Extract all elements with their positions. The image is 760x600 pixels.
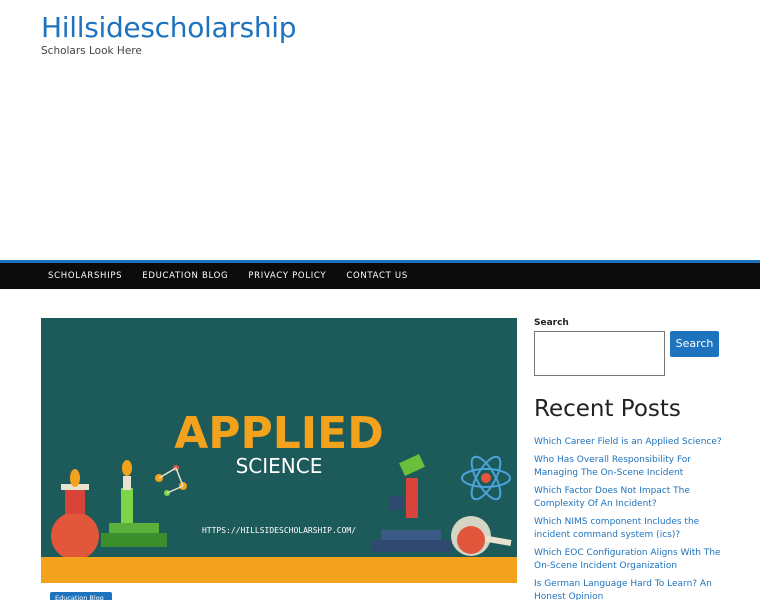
- site-tagline: Scholars Look Here: [41, 45, 142, 57]
- recent-post-item: Which Career Field is an Applied Science…: [534, 436, 724, 449]
- category-badge[interactable]: Education Blog: [50, 592, 112, 600]
- featured-image[interactable]: APPLIED SCIENCE HTTPS://HILLSIDESCHOLARS…: [41, 318, 517, 583]
- search-button[interactable]: Search: [670, 331, 719, 357]
- nav-item-privacy-policy[interactable]: PRIVACY POLICY: [242, 271, 326, 281]
- nav-item-scholarships[interactable]: SCHOLARSHIPS: [42, 271, 122, 281]
- recent-post-item: Which EOC Configuration Aligns With The …: [534, 547, 724, 573]
- site-title[interactable]: Hillsidescholarship: [41, 11, 297, 44]
- nav-item-contact-us[interactable]: CONTACT US: [340, 271, 408, 281]
- search-label: Search: [534, 318, 569, 328]
- recent-post-item: Which Factor Does Not Impact The Complex…: [534, 485, 724, 511]
- recent-post-link[interactable]: Which Factor Does Not Impact The Complex…: [534, 486, 690, 509]
- nav-item-education-blog[interactable]: EDUCATION BLOG: [136, 271, 228, 281]
- recent-post-link[interactable]: Which EOC Configuration Aligns With The …: [534, 548, 721, 571]
- burner-icon: [101, 460, 167, 547]
- molecule-icon: [155, 465, 187, 496]
- search-input[interactable]: [534, 331, 665, 376]
- sidebar: Search Search Recent Posts Which Career …: [534, 318, 724, 600]
- recent-posts-list: Which Career Field is an Applied Science…: [534, 436, 724, 600]
- recent-posts-title: Recent Posts: [534, 396, 681, 422]
- main-navigation: SCHOLARSHIPS EDUCATION BLOG PRIVACY POLI…: [0, 260, 760, 289]
- hero-bottom-strip: [41, 557, 517, 583]
- flask-icon: [51, 469, 99, 560]
- featured-image-illustration: APPLIED SCIENCE HTTPS://HILLSIDESCHOLARS…: [41, 408, 517, 583]
- retort-flask-icon: [451, 516, 512, 556]
- hero-heading: APPLIED: [174, 408, 384, 459]
- microscope-icon: [371, 454, 451, 552]
- hero-url: HTTPS://HILLSIDESCHOLARSHIP.COM/: [202, 526, 356, 535]
- atom-icon: [461, 455, 511, 501]
- recent-post-link[interactable]: Who Has Overall Responsibility For Manag…: [534, 455, 691, 478]
- hero-subheading: SCIENCE: [236, 454, 323, 478]
- recent-post-item: Which NIMS component Includes the incide…: [534, 516, 724, 542]
- recent-post-link[interactable]: Which NIMS component Includes the incide…: [534, 517, 699, 540]
- recent-post-item: Is German Language Hard To Learn? An Hon…: [534, 578, 724, 600]
- recent-post-item: Who Has Overall Responsibility For Manag…: [534, 454, 724, 480]
- recent-post-link[interactable]: Which Career Field is an Applied Science…: [534, 437, 722, 447]
- recent-post-link[interactable]: Is German Language Hard To Learn? An Hon…: [534, 579, 712, 600]
